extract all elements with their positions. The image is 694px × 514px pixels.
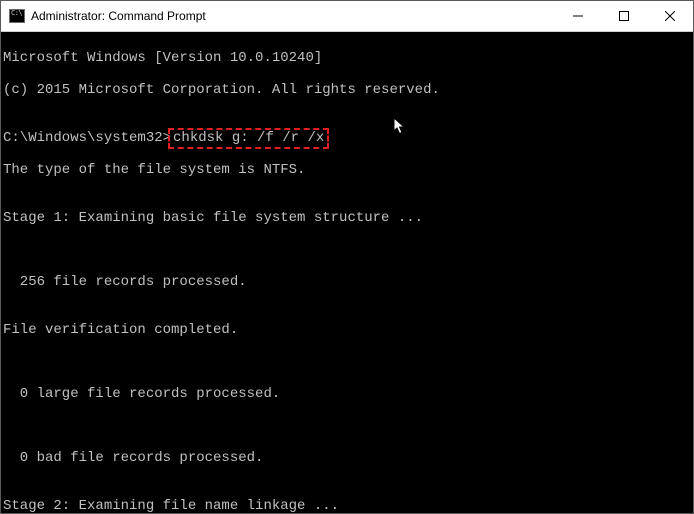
output-line: 256 file records processed.: [3, 274, 691, 290]
prompt-line: C:\Windows\system32>chkdsk g: /f /r /x: [3, 130, 691, 146]
prompt: C:\Windows\system32>: [3, 130, 171, 146]
terminal-output[interactable]: Microsoft Windows [Version 10.0.10240] (…: [1, 32, 693, 513]
minimize-icon: [573, 11, 583, 21]
command-highlight: chkdsk g: /f /r /x: [168, 128, 329, 149]
output-line: Stage 2: Examining file name linkage ...: [3, 498, 691, 513]
output-line: Microsoft Windows [Version 10.0.10240]: [3, 50, 691, 66]
close-button[interactable]: [647, 1, 693, 31]
typed-command: chkdsk g: /f /r /x: [173, 130, 324, 146]
minimize-button[interactable]: [555, 1, 601, 31]
command-prompt-window: Administrator: Command Prompt Microsoft …: [0, 0, 694, 514]
output-line: 0 bad file records processed.: [3, 450, 691, 466]
output-line: File verification completed.: [3, 322, 691, 338]
titlebar[interactable]: Administrator: Command Prompt: [1, 1, 693, 32]
cmd-icon: [9, 9, 25, 23]
output-line: Stage 1: Examining basic file system str…: [3, 210, 691, 226]
window-title: Administrator: Command Prompt: [31, 9, 555, 23]
close-icon: [665, 11, 675, 21]
maximize-button[interactable]: [601, 1, 647, 31]
output-line: The type of the file system is NTFS.: [3, 162, 691, 178]
output-line: 0 large file records processed.: [3, 386, 691, 402]
window-controls: [555, 1, 693, 31]
maximize-icon: [619, 11, 629, 21]
output-line: (c) 2015 Microsoft Corporation. All righ…: [3, 82, 691, 98]
